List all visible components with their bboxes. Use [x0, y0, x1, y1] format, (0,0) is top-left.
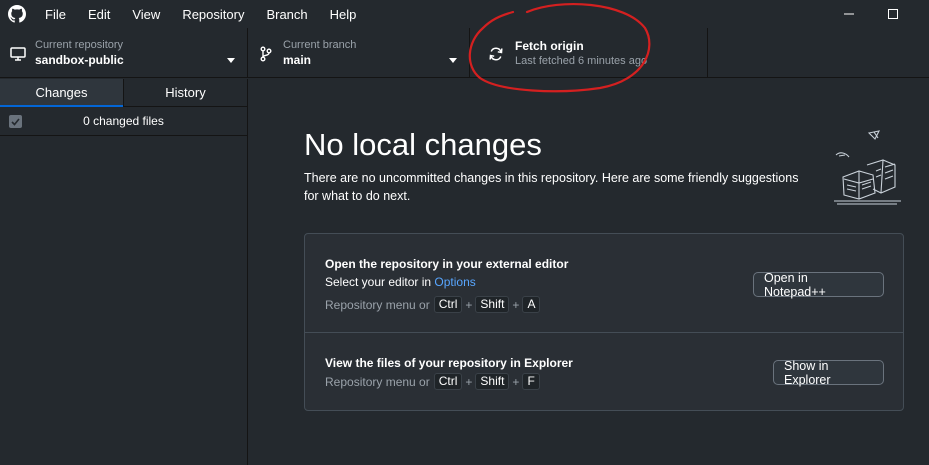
- menu-help[interactable]: Help: [319, 0, 368, 28]
- sidebar: Changes History 0 changed files: [0, 79, 248, 465]
- menu-branch[interactable]: Branch: [255, 0, 318, 28]
- current-repository-button[interactable]: Current repository sandbox-public: [0, 28, 248, 78]
- chevron-down-icon: [227, 50, 235, 68]
- desktop-icon: [9, 45, 27, 63]
- sync-icon: [487, 45, 505, 63]
- tab-history[interactable]: History: [123, 79, 247, 106]
- last-fetched-status: Last fetched 6 minutes ago: [515, 55, 648, 67]
- minimize-icon[interactable]: [826, 0, 872, 28]
- open-in-editor-button[interactable]: Open in Notepad++: [753, 271, 884, 299]
- current-branch-label: Current branch: [283, 39, 357, 51]
- suggestion-description-text: Select your editor in: [325, 275, 435, 289]
- empty-state-illustration: [831, 127, 911, 207]
- key-ctrl: Ctrl: [433, 373, 463, 390]
- branch-icon: [257, 45, 275, 63]
- fetch-origin-label: Fetch origin: [515, 39, 584, 53]
- shortcut-prefix: Repository menu or: [325, 374, 430, 389]
- show-in-explorer-button[interactable]: Show in Explorer: [773, 359, 884, 387]
- tab-changes[interactable]: Changes: [0, 79, 123, 107]
- page-title: No local changes: [304, 127, 542, 162]
- suggestion-description: Select your editor in Options: [325, 275, 476, 289]
- chevron-down-icon: [449, 50, 457, 68]
- menu-file[interactable]: File: [34, 0, 77, 28]
- key-ctrl: Ctrl: [433, 296, 463, 313]
- sidebar-tabs: Changes History: [0, 79, 247, 107]
- menu-repository[interactable]: Repository: [171, 0, 255, 28]
- github-logo-icon: [0, 0, 34, 28]
- shortcut-prefix: Repository menu or: [325, 297, 430, 312]
- menu-view[interactable]: View: [121, 0, 171, 28]
- fetch-origin-button[interactable]: Fetch origin Last fetched 6 minutes ago: [470, 28, 708, 78]
- current-branch-button[interactable]: Current branch main: [248, 28, 470, 78]
- suggestion-show-explorer: View the files of your repository in Exp…: [305, 333, 903, 410]
- suggestion-open-editor: Open the repository in your external edi…: [305, 234, 903, 333]
- suggestion-title: View the files of your repository in Exp…: [325, 356, 573, 370]
- current-branch-value: main: [283, 53, 312, 67]
- suggestion-title: Open the repository in your external edi…: [325, 257, 569, 271]
- suggestions-panel: Open the repository in your external edi…: [304, 233, 904, 411]
- options-link[interactable]: Options: [434, 275, 475, 289]
- keyboard-shortcut: Repository menu or Ctrl + Shift + F: [325, 373, 540, 390]
- title-bar: File Edit View Repository Branch Help: [0, 0, 929, 28]
- main-panel: No local changes There are no uncommitte…: [249, 79, 929, 465]
- key-f: F: [522, 373, 540, 390]
- current-repository-value: sandbox-public: [35, 53, 124, 67]
- checkbox-icon[interactable]: [9, 115, 22, 128]
- changes-header: 0 changed files: [0, 107, 247, 136]
- menu-bar: File Edit View Repository Branch Help: [34, 0, 367, 28]
- key-shift: Shift: [475, 373, 510, 390]
- page-subtext: There are no uncommitted changes in this…: [304, 171, 799, 203]
- maximize-icon[interactable]: [870, 0, 916, 28]
- changed-files-count: 0 changed files: [83, 114, 164, 128]
- current-repository-label: Current repository: [35, 39, 124, 51]
- keyboard-shortcut: Repository menu or Ctrl + Shift + A: [325, 296, 541, 313]
- toolbar: Current repository sandbox-public Curren…: [0, 28, 929, 78]
- key-a: A: [522, 296, 541, 313]
- menu-edit[interactable]: Edit: [77, 0, 121, 28]
- key-shift: Shift: [475, 296, 510, 313]
